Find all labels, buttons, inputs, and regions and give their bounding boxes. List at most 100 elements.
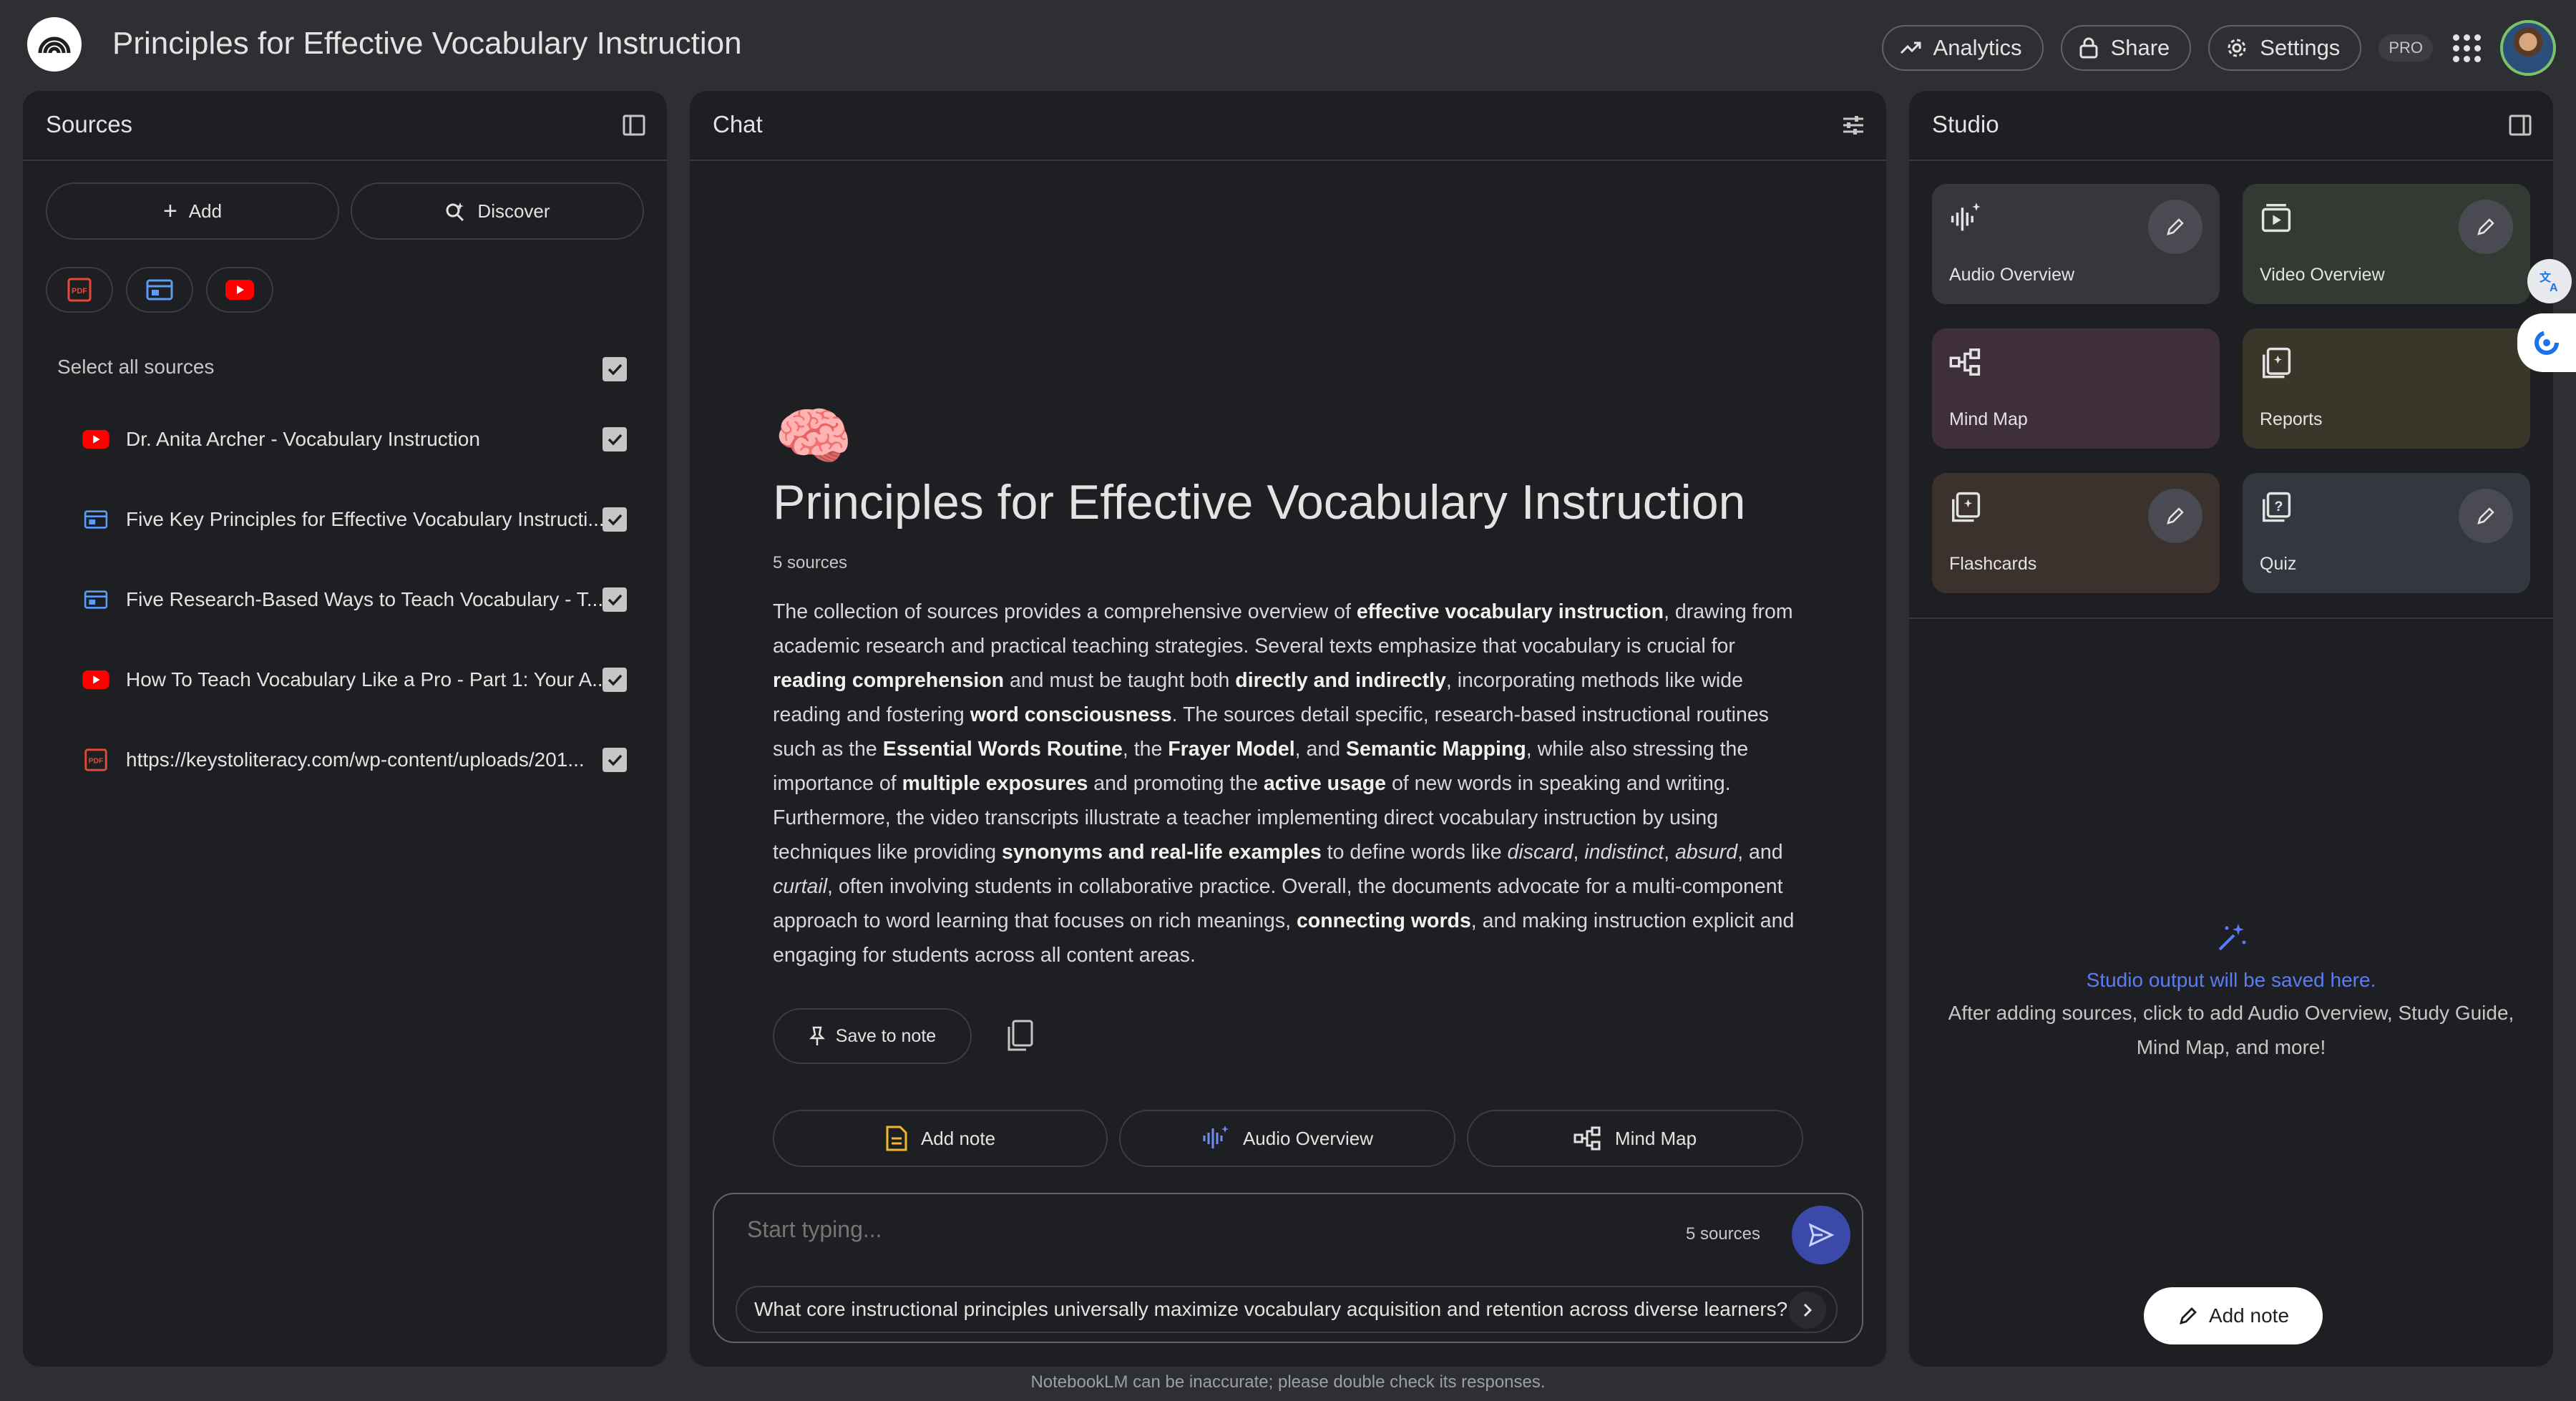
audio-overview-action-button[interactable]: Audio Overview [1119, 1110, 1455, 1167]
mind-map-icon [1949, 348, 1981, 376]
audio-wave-icon [1951, 202, 1981, 231]
suggested-question[interactable]: What core instructional principles unive… [736, 1286, 1838, 1333]
discover-search-icon [446, 202, 464, 222]
suggested-question-text: What core instructional principles unive… [754, 1298, 1788, 1320]
assistant-button[interactable] [2517, 313, 2576, 372]
sources-title: Sources [46, 111, 133, 137]
mind-map-action-button[interactable]: Mind Map [1467, 1110, 1803, 1167]
settings-button[interactable]: Settings [2208, 25, 2362, 71]
youtube-icon [82, 429, 109, 449]
add-note-action-button[interactable]: Add note [773, 1110, 1108, 1167]
svg-text:PDF: PDF [72, 287, 87, 296]
chevron-right-icon [1803, 1303, 1813, 1317]
edit-quiz-button[interactable] [2459, 489, 2513, 543]
collapse-panel-icon[interactable] [2507, 112, 2533, 138]
source-checkbox[interactable] [602, 668, 627, 692]
mind-map-label: Mind Map [1949, 409, 2028, 429]
select-all-checkbox[interactable] [602, 357, 627, 381]
translate-button[interactable]: 文A [2527, 259, 2572, 303]
edit-audio-overview-button[interactable] [2148, 200, 2202, 254]
source-checkbox[interactable] [602, 427, 627, 451]
collapse-panel-icon[interactable] [621, 112, 647, 138]
pro-badge: PRO [2379, 34, 2433, 62]
source-item[interactable]: How To Teach Vocabulary Like a Pro - Par… [57, 655, 638, 705]
audio-overview-tile[interactable]: Audio Overview [1932, 184, 2220, 304]
source-item[interactable]: PDF https://keystoliteracy.com/wp-conten… [57, 735, 638, 785]
source-checkbox[interactable] [602, 507, 627, 532]
next-suggestion-button[interactable] [1789, 1292, 1826, 1329]
share-button[interactable]: Share [2060, 25, 2192, 71]
source-checkbox[interactable] [602, 587, 627, 612]
audio-wave-icon [1203, 1126, 1229, 1148]
check-icon [608, 514, 623, 526]
mind-map-action-label: Mind Map [1614, 1127, 1697, 1149]
composer-source-count: 5 sources [1685, 1224, 1760, 1244]
mind-map-tile[interactable]: Mind Map [1932, 328, 2220, 449]
notebook-title[interactable]: Principles for Effective Vocabulary Inst… [112, 26, 742, 62]
source-item[interactable]: Five Key Principles for Effective Vocabu… [57, 494, 638, 545]
web-filter-chip[interactable] [126, 267, 193, 313]
avatar[interactable] [2500, 20, 2556, 76]
edit-video-overview-button[interactable] [2459, 200, 2513, 254]
pencil-icon [2167, 218, 2184, 235]
web-icon [84, 510, 108, 529]
note-icon [886, 1126, 907, 1151]
quiz-icon: ? [2263, 492, 2291, 522]
svg-text:PDF: PDF [89, 758, 104, 766]
svg-text:?: ? [2274, 499, 2283, 514]
add-note-button[interactable]: Add note [2144, 1287, 2323, 1344]
source-item-label: Five Research-Based Ways to Teach Vocabu… [126, 588, 604, 610]
add-note-action-label: Add note [920, 1127, 996, 1149]
edit-flashcards-button[interactable] [2148, 489, 2202, 543]
youtube-filter-chip[interactable] [206, 267, 273, 313]
copy-icon[interactable] [1005, 1018, 1036, 1054]
quiz-tile[interactable]: ? Quiz [2243, 473, 2530, 593]
reports-label: Reports [2260, 409, 2323, 429]
chat-panel: Chat 🧠 Principles for Effective Vocabula… [690, 91, 1886, 1367]
chat-title: Chat [713, 111, 763, 137]
flashcards-icon [1952, 492, 1981, 522]
tune-icon[interactable] [1840, 112, 1866, 138]
source-item[interactable]: Dr. Anita Archer - Vocabulary Instructio… [57, 414, 638, 464]
video-overview-tile[interactable]: Video Overview [2243, 184, 2530, 304]
reports-tile[interactable]: Reports [2243, 328, 2530, 449]
discover-button[interactable]: Discover [351, 182, 644, 240]
pencil-icon [2477, 507, 2494, 524]
save-to-note-button[interactable]: Save to note [773, 1008, 972, 1064]
notebook-summary: The collection of sources provides a com… [773, 600, 1795, 967]
magic-wand-icon [2218, 924, 2246, 951]
analytics-button[interactable]: Analytics [1881, 25, 2044, 71]
studio-panel: Studio Audio Overview Video Overview Min… [1909, 91, 2553, 1367]
add-note-label: Add note [2208, 1304, 2290, 1327]
analytics-label: Analytics [1933, 35, 2022, 60]
video-overview-label: Video Overview [2260, 265, 2385, 285]
studio-empty-state: Studio output will be saved here. After … [1909, 921, 2553, 1065]
source-item[interactable]: Five Research-Based Ways to Teach Vocabu… [57, 575, 638, 625]
pdf-filter-chip[interactable]: PDF [46, 267, 113, 313]
apps-grid-icon[interactable] [2450, 31, 2483, 64]
lock-icon [2079, 37, 2098, 59]
pencil-icon [2477, 218, 2494, 235]
check-icon [608, 594, 623, 606]
assistant-icon [2534, 331, 2559, 355]
source-item-label: Five Key Principles for Effective Vocabu… [126, 508, 605, 530]
add-source-button[interactable]: + Add [46, 182, 339, 240]
share-label: Share [2110, 35, 2170, 60]
mind-map-icon [1574, 1126, 1601, 1151]
source-checkbox[interactable] [602, 748, 627, 772]
check-icon [608, 754, 623, 766]
source-item-label: Dr. Anita Archer - Vocabulary Instructio… [126, 428, 480, 450]
studio-header: Studio [1909, 91, 2553, 161]
notebooklm-logo-icon[interactable] [27, 17, 82, 72]
sources-header: Sources [23, 91, 667, 161]
chat-input[interactable] [746, 1216, 1621, 1244]
flashcards-tile[interactable]: Flashcards [1932, 473, 2220, 593]
youtube-icon [225, 280, 254, 300]
web-icon [84, 590, 108, 609]
studio-divider [1909, 617, 2553, 619]
notebook-emoji: 🧠 [774, 401, 853, 472]
check-icon [608, 434, 623, 446]
web-icon [146, 279, 173, 301]
send-button[interactable] [1792, 1206, 1850, 1264]
source-item-label: https://keystoliteracy.com/wp-content/up… [126, 748, 585, 771]
